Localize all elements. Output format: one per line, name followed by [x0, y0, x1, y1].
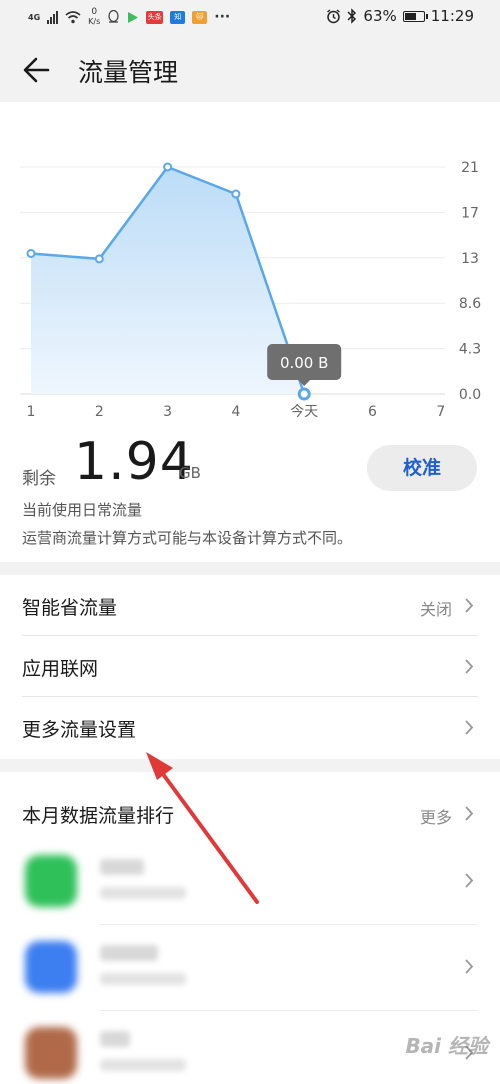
baidu-watermark: Bai 经验	[405, 1034, 488, 1058]
annotation-arrow	[146, 752, 259, 904]
